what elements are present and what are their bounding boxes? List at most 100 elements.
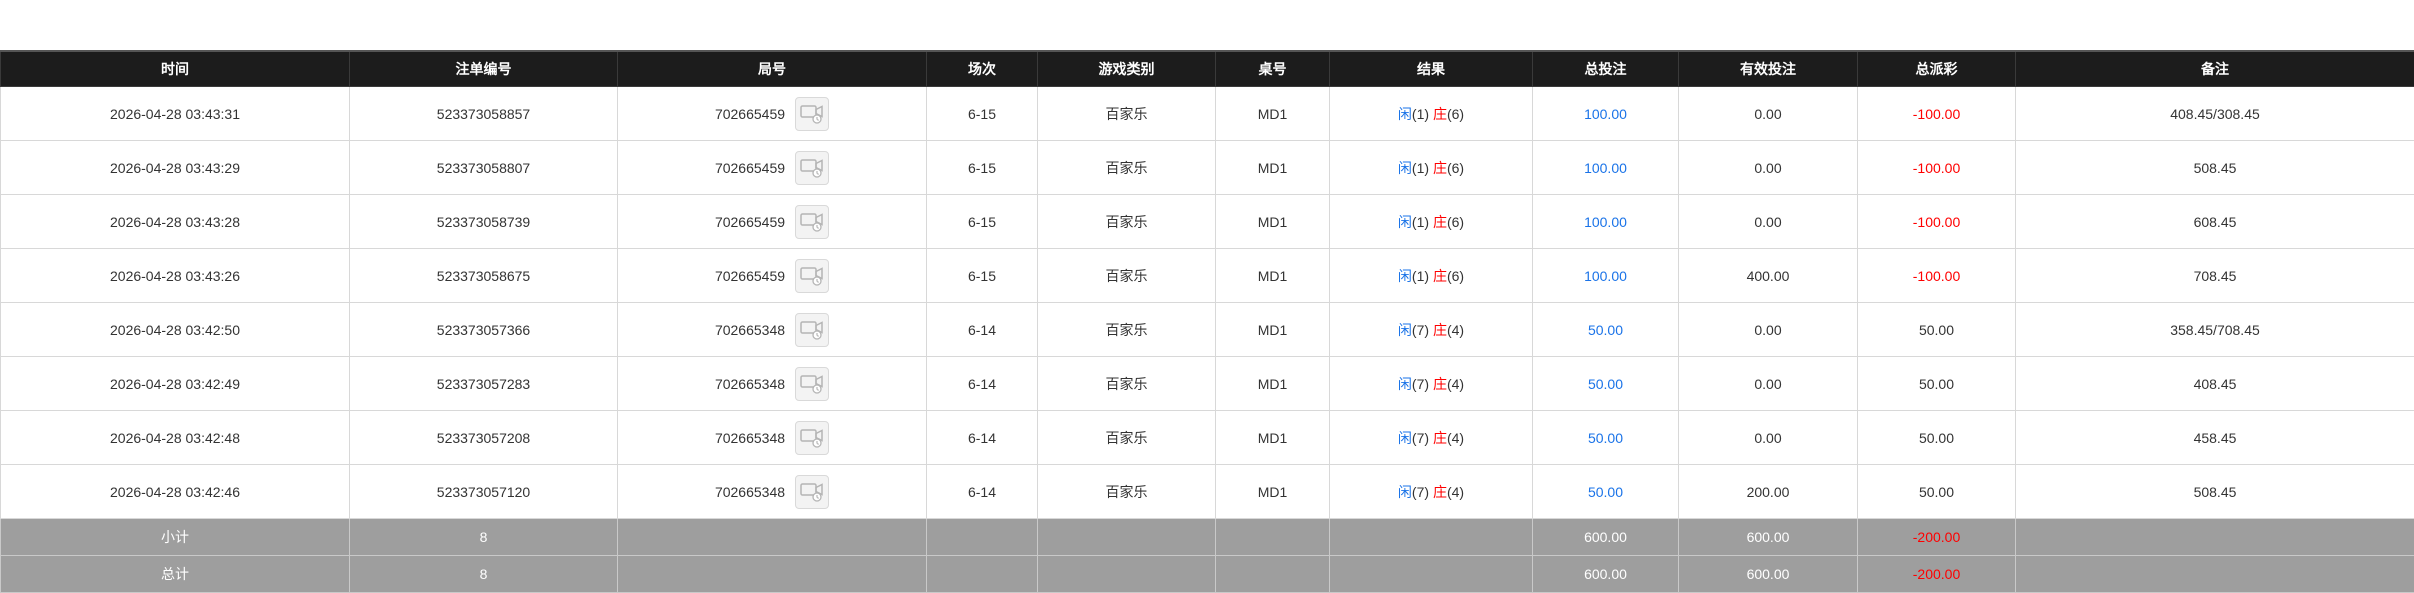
cell-total-bet[interactable]: 50.00	[1533, 465, 1679, 519]
cell-table-no: MD1	[1216, 249, 1330, 303]
cell-valid-bet: 400.00	[1679, 249, 1858, 303]
cell-time: 2026-04-28 03:42:46	[1, 465, 350, 519]
cell-valid-bet: 0.00	[1679, 141, 1858, 195]
video-replay-icon[interactable]	[795, 97, 829, 131]
result-banker-label: 庄	[1433, 322, 1447, 338]
cell-session: 6-14	[927, 357, 1038, 411]
result-player-label: 闲	[1398, 430, 1412, 446]
video-replay-icon[interactable]	[795, 151, 829, 185]
result-banker-points: (6)	[1447, 214, 1464, 230]
table-row: 2026-04-28 03:42:48523373057208702665348…	[1, 411, 2414, 465]
cell-session: 6-15	[927, 195, 1038, 249]
cell-table-no: MD1	[1216, 303, 1330, 357]
cell-round: 702665459	[618, 195, 927, 249]
video-replay-icon[interactable]	[795, 205, 829, 239]
header-bet-no: 注单编号	[350, 51, 618, 87]
video-replay-icon[interactable]	[795, 475, 829, 509]
result-player-label: 闲	[1398, 214, 1412, 230]
cell-remark: 408.45/308.45	[2016, 87, 2414, 141]
table-header: 时间注单编号局号场次游戏类别桌号结果总投注有效投注总派彩备注	[1, 51, 2414, 87]
result-banker-label: 庄	[1433, 430, 1447, 446]
cell-game-type: 百家乐	[1038, 141, 1216, 195]
result-banker-points: (4)	[1447, 322, 1464, 338]
cell-total-bet[interactable]: 50.00	[1533, 357, 1679, 411]
table-footer: 小计 8 600.00 600.00 -200.00 总计 8 600.00 6…	[1, 519, 2414, 593]
cell-session: 6-15	[927, 87, 1038, 141]
result-player-label: 闲	[1398, 484, 1412, 500]
cell-game-type: 百家乐	[1038, 87, 1216, 141]
grand-total-payout: -200.00	[1858, 556, 2016, 593]
result-player-points: (1)	[1412, 268, 1429, 284]
cell-table-no: MD1	[1216, 357, 1330, 411]
result-banker-points: (6)	[1447, 106, 1464, 122]
cell-bet-no: 523373058807	[350, 141, 618, 195]
cell-result: 闲(1) 庄(6)	[1330, 195, 1533, 249]
cell-table-no: MD1	[1216, 465, 1330, 519]
header-result: 结果	[1330, 51, 1533, 87]
cell-payout: 50.00	[1858, 411, 2016, 465]
result-banker-label: 庄	[1433, 160, 1447, 176]
video-replay-icon[interactable]	[795, 313, 829, 347]
table-row: 2026-04-28 03:42:50523373057366702665348…	[1, 303, 2414, 357]
result-player-points: (1)	[1412, 106, 1429, 122]
cell-round: 702665348	[618, 357, 927, 411]
bet-records-table: 时间注单编号局号场次游戏类别桌号结果总投注有效投注总派彩备注 2026-04-2…	[0, 50, 2414, 593]
header-total-bet: 总投注	[1533, 51, 1679, 87]
video-replay-icon[interactable]	[795, 367, 829, 401]
cell-time: 2026-04-28 03:43:31	[1, 87, 350, 141]
video-replay-icon[interactable]	[795, 421, 829, 455]
result-banker-points: (4)	[1447, 376, 1464, 392]
cell-game-type: 百家乐	[1038, 303, 1216, 357]
cell-bet-no: 523373057366	[350, 303, 618, 357]
cell-time: 2026-04-28 03:43:29	[1, 141, 350, 195]
result-player-points: (7)	[1412, 430, 1429, 446]
cell-total-bet[interactable]: 100.00	[1533, 141, 1679, 195]
cell-session: 6-14	[927, 411, 1038, 465]
header-round: 局号	[618, 51, 927, 87]
result-player-label: 闲	[1398, 160, 1412, 176]
cell-game-type: 百家乐	[1038, 249, 1216, 303]
cell-valid-bet: 0.00	[1679, 357, 1858, 411]
result-banker-label: 庄	[1433, 214, 1447, 230]
cell-payout: -100.00	[1858, 87, 2016, 141]
round-number: 702665459	[715, 106, 785, 122]
cell-total-bet[interactable]: 100.00	[1533, 87, 1679, 141]
cell-total-bet[interactable]: 50.00	[1533, 411, 1679, 465]
cell-result: 闲(1) 庄(6)	[1330, 141, 1533, 195]
grand-total-total-bet: 600.00	[1533, 556, 1679, 593]
header-session: 场次	[927, 51, 1038, 87]
header-game-type: 游戏类别	[1038, 51, 1216, 87]
result-player-label: 闲	[1398, 376, 1412, 392]
cell-remark: 358.45/708.45	[2016, 303, 2414, 357]
grand-total-count: 8	[350, 556, 618, 593]
cell-valid-bet: 0.00	[1679, 303, 1858, 357]
cell-game-type: 百家乐	[1038, 411, 1216, 465]
cell-round: 702665348	[618, 465, 927, 519]
cell-table-no: MD1	[1216, 195, 1330, 249]
cell-table-no: MD1	[1216, 87, 1330, 141]
round-number: 702665348	[715, 430, 785, 446]
cell-bet-no: 523373057120	[350, 465, 618, 519]
video-replay-icon[interactable]	[795, 259, 829, 293]
cell-time: 2026-04-28 03:42:50	[1, 303, 350, 357]
header-remark: 备注	[2016, 51, 2414, 87]
cell-time: 2026-04-28 03:43:26	[1, 249, 350, 303]
cell-game-type: 百家乐	[1038, 195, 1216, 249]
cell-total-bet[interactable]: 100.00	[1533, 195, 1679, 249]
table-body: 2026-04-28 03:43:31523373058857702665459…	[1, 87, 2414, 519]
cell-remark: 608.45	[2016, 195, 2414, 249]
header-valid-bet: 有效投注	[1679, 51, 1858, 87]
cell-game-type: 百家乐	[1038, 465, 1216, 519]
table-row: 2026-04-28 03:42:46523373057120702665348…	[1, 465, 2414, 519]
cell-game-type: 百家乐	[1038, 357, 1216, 411]
cell-round: 702665348	[618, 411, 927, 465]
subtotal-payout: -200.00	[1858, 519, 2016, 556]
result-banker-points: (6)	[1447, 268, 1464, 284]
cell-round: 702665459	[618, 141, 927, 195]
cell-result: 闲(7) 庄(4)	[1330, 303, 1533, 357]
cell-total-bet[interactable]: 100.00	[1533, 249, 1679, 303]
cell-remark: 708.45	[2016, 249, 2414, 303]
subtotal-row: 小计 8 600.00 600.00 -200.00	[1, 519, 2414, 556]
cell-table-no: MD1	[1216, 411, 1330, 465]
cell-total-bet[interactable]: 50.00	[1533, 303, 1679, 357]
